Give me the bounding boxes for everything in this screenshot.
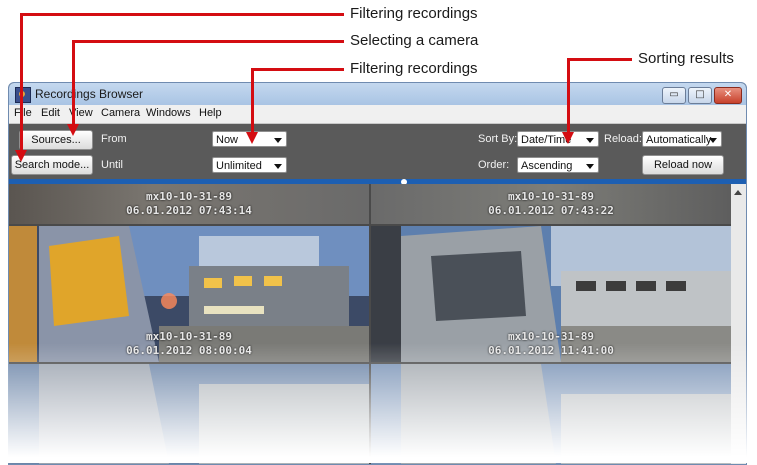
reload-select-value: Automatically	[646, 134, 712, 146]
recordings-grid: mx10-10-31-89 06.01.2012 07:43:14 mx10-1…	[9, 184, 731, 464]
from-label: From	[101, 133, 127, 145]
toolbar: Sources... Search mode... From Until Now…	[9, 124, 746, 179]
callout-line	[20, 13, 344, 16]
recording-tile[interactable]: mx10-10-31-89 06.01.2012 07:43:22	[371, 184, 731, 224]
arrow-down-icon	[15, 150, 27, 162]
recording-tile[interactable]	[371, 364, 731, 464]
maximize-button[interactable]: □	[688, 87, 712, 104]
sort-by-select[interactable]: Date/Time	[517, 131, 599, 147]
window-title: Recordings Browser	[35, 87, 144, 101]
menu-help[interactable]: Help	[199, 107, 222, 119]
sources-button[interactable]: Sources...	[19, 130, 93, 150]
until-select[interactable]: Unlimited	[212, 157, 287, 173]
callout-line	[251, 68, 254, 134]
recording-tile[interactable]: mx10-10-31-89 06.01.2012 08:00:04	[9, 226, 369, 362]
recordings-browser-window: Recordings Browser ▭ □ ✕ File Edit View …	[8, 82, 747, 465]
menu-windows[interactable]: Windows	[146, 107, 191, 119]
chevron-down-icon	[709, 138, 717, 143]
recording-thumbnail	[371, 364, 731, 464]
recording-tile[interactable]: mx10-10-31-89 06.01.2012 07:43:14	[9, 184, 369, 224]
vertical-scrollbar[interactable]	[731, 184, 746, 464]
until-label: Until	[101, 159, 124, 171]
callout-sorting-results: Sorting results	[638, 50, 734, 67]
reload-now-button[interactable]: Reload now	[642, 155, 724, 175]
arrow-down-icon	[246, 132, 258, 144]
reload-label: Reload:	[604, 133, 642, 145]
recording-thumbnail	[9, 364, 369, 464]
scroll-up-icon[interactable]	[734, 190, 742, 195]
menu-bar: File Edit View Camera Windows Help	[9, 105, 746, 124]
order-select[interactable]: Ascending	[517, 157, 599, 173]
close-button[interactable]: ✕	[714, 87, 742, 104]
callout-line	[251, 68, 344, 71]
chevron-down-icon	[586, 138, 594, 143]
arrow-down-icon	[67, 124, 79, 136]
callout-line	[567, 58, 632, 61]
callout-line	[20, 13, 23, 153]
chevron-down-icon	[586, 164, 594, 169]
recording-timestamp: 06.01.2012 08:00:04	[126, 344, 252, 357]
order-label: Order:	[478, 159, 510, 171]
recording-camera-name: mx10-10-31-89	[507, 330, 595, 343]
sort-by-label: Sort By:	[478, 133, 518, 145]
menu-camera[interactable]: Camera	[101, 107, 140, 119]
arrow-down-icon	[562, 132, 574, 144]
until-select-value: Unlimited	[216, 160, 262, 172]
recording-tile[interactable]	[9, 364, 369, 464]
callout-selecting-camera: Selecting a camera	[350, 32, 479, 49]
menu-edit[interactable]: Edit	[41, 107, 60, 119]
minimize-button[interactable]: ▭	[662, 87, 686, 104]
chevron-down-icon	[274, 138, 282, 143]
callout-filtering-recordings-1: Filtering recordings	[350, 5, 478, 22]
recording-camera-name: mx10-10-31-89	[145, 330, 233, 343]
app-icon	[15, 87, 31, 103]
callout-line	[72, 40, 344, 43]
callout-line	[567, 58, 570, 134]
order-select-value: Ascending	[521, 160, 573, 172]
recording-camera-name: mx10-10-31-89	[145, 190, 233, 203]
recording-camera-name: mx10-10-31-89	[507, 190, 595, 203]
callout-filtering-recordings-2: Filtering recordings	[350, 60, 478, 77]
recording-timestamp: 06.01.2012 11:41:00	[488, 344, 614, 357]
title-bar[interactable]: Recordings Browser ▭ □ ✕	[9, 83, 746, 105]
callout-line	[72, 40, 75, 126]
reload-select[interactable]: Automatically	[642, 131, 722, 147]
from-select-value: Now	[216, 134, 239, 146]
chevron-down-icon	[274, 164, 282, 169]
recording-timestamp: 06.01.2012 07:43:22	[488, 204, 614, 217]
recording-timestamp: 06.01.2012 07:43:14	[126, 204, 252, 217]
recording-tile[interactable]: mx10-10-31-89 06.01.2012 11:41:00	[371, 226, 731, 362]
